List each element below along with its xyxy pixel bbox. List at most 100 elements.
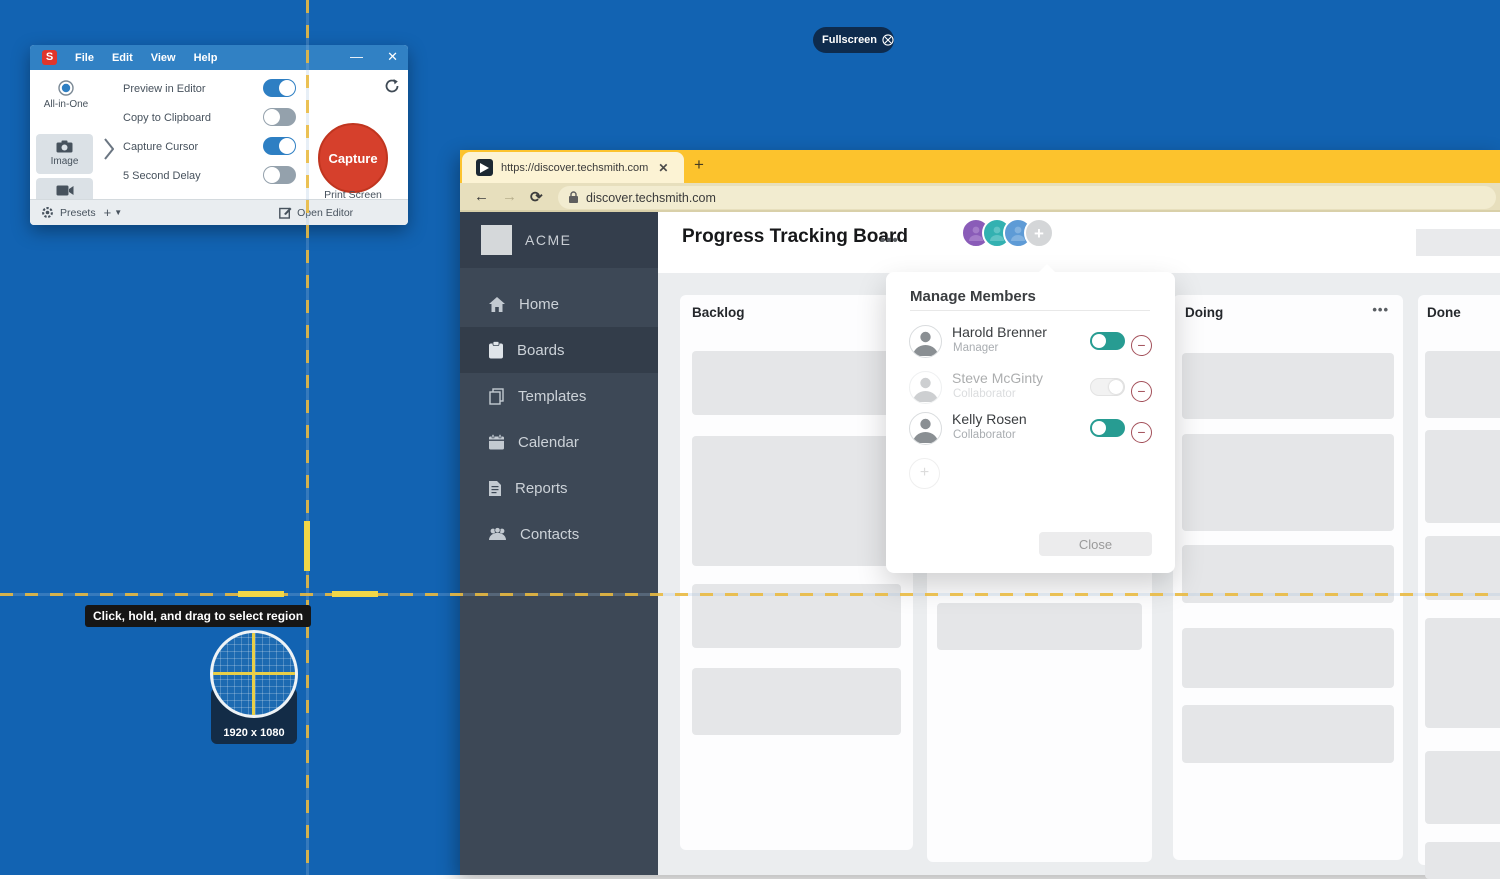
chevron-right-icon [104, 138, 114, 160]
card-placeholder[interactable] [1425, 536, 1500, 600]
gear-icon[interactable] [41, 206, 54, 219]
menu-help[interactable]: Help [194, 52, 218, 64]
sidebar-item-reports[interactable]: Reports [460, 465, 658, 511]
refresh-button[interactable]: ⟳ [530, 188, 543, 206]
sidebar-item-contacts[interactable]: Contacts [460, 511, 658, 557]
member-role: Collaborator [953, 388, 1016, 400]
mode-image[interactable]: Image [36, 134, 93, 174]
close-button[interactable]: Close [1039, 532, 1152, 556]
remove-member-button[interactable]: − [1131, 422, 1152, 443]
browser-tab[interactable]: https://discover.techsmith.com ✕ [462, 152, 684, 183]
crosshair-horizontal-line [0, 593, 1500, 596]
card-placeholder[interactable] [1182, 353, 1394, 419]
card-placeholder[interactable] [1425, 842, 1500, 879]
column-done: Done [1418, 295, 1500, 865]
capture-button[interactable]: Capture [318, 123, 388, 193]
back-button[interactable]: ← [474, 188, 489, 205]
copy-to-clipboard-toggle[interactable] [263, 108, 296, 126]
card-placeholder[interactable] [692, 436, 901, 566]
org-name: ACME [525, 232, 571, 248]
snagit-titlebar[interactable]: S File Edit View Help — ✕ [30, 45, 408, 70]
column-backlog: Backlog [680, 295, 913, 850]
preset-dropdown-arrow[interactable]: ▼ [114, 208, 122, 217]
card-placeholder[interactable] [692, 351, 901, 415]
add-member-button[interactable]: + [1024, 218, 1054, 248]
capture-cursor-toggle[interactable] [263, 137, 296, 155]
card-placeholder[interactable] [1425, 751, 1500, 824]
snagit-footer: Presets + ▼ Open Editor [30, 199, 408, 225]
tab-close-icon[interactable]: ✕ [658, 161, 668, 175]
add-member-row-button[interactable]: + [909, 458, 940, 489]
presets-label[interactable]: Presets [60, 207, 96, 219]
member-role: Manager [953, 342, 998, 354]
column-header: Backlog [692, 305, 745, 320]
page-title: Progress Tracking Board [682, 226, 908, 248]
templates-icon [488, 388, 505, 405]
card-placeholder[interactable] [937, 603, 1142, 650]
address-bar[interactable]: discover.techsmith.com [558, 186, 1496, 209]
new-tab-button[interactable]: + [694, 155, 704, 175]
toggle-label: Preview in Editor [123, 83, 206, 95]
home-icon [488, 296, 506, 313]
sidebar-item-boards[interactable]: Boards [460, 327, 658, 373]
crosshair-vertical-line [306, 0, 309, 875]
sidebar-item-label: Home [519, 296, 559, 313]
sidebar-item-label: Reports [515, 480, 568, 497]
sidebar-item-templates[interactable]: Templates [460, 373, 658, 419]
app-sidebar: ACME Home Boards Templates [460, 212, 658, 875]
card-placeholder[interactable] [692, 668, 901, 735]
video-camera-icon [56, 185, 74, 196]
remove-member-button[interactable]: − [1131, 381, 1152, 402]
url-text: discover.techsmith.com [586, 191, 716, 205]
fullscreen-label: Fullscreen [822, 34, 877, 46]
toggle-label: 5 Second Delay [123, 170, 201, 182]
column-menu-button[interactable]: ••• [1372, 302, 1389, 317]
fullscreen-crosshair-icon [882, 31, 894, 49]
mode-all-in-one[interactable]: All-in-One [40, 80, 92, 110]
sidebar-item-label: Templates [518, 388, 586, 405]
member-toggle-on[interactable] [1090, 419, 1125, 437]
menu-view[interactable]: View [151, 52, 176, 64]
org-logo [481, 225, 512, 255]
forward-button[interactable]: → [502, 188, 517, 205]
popup-title: Manage Members [910, 288, 1036, 305]
card-placeholder[interactable] [1182, 434, 1394, 531]
browser-toolbar: ← → ⟳ discover.techsmith.com [460, 183, 1500, 212]
preview-in-editor-toggle[interactable] [263, 79, 296, 97]
capture-dimensions: 1920 x 1080 [211, 727, 297, 739]
sidebar-nav: Home Boards Templates Calendar [460, 281, 658, 557]
menu-edit[interactable]: Edit [112, 52, 133, 64]
manage-members-popup: Manage Members Harold Brenner Manager − … [886, 272, 1175, 573]
remove-member-button[interactable]: − [1131, 335, 1152, 356]
redo-last-capture-icon[interactable] [384, 78, 400, 94]
open-editor-icon[interactable] [279, 206, 292, 219]
crosshair-solid-segment [332, 591, 378, 597]
add-preset-button[interactable]: + [104, 205, 112, 220]
card-placeholder[interactable] [1182, 628, 1394, 688]
menu-file[interactable]: File [75, 52, 94, 64]
snagit-body: All-in-One Image Video Preview in Editor… [30, 70, 408, 199]
member-toggle-off[interactable] [1090, 378, 1125, 396]
site-favicon-icon [476, 159, 493, 176]
report-icon [488, 480, 502, 497]
fullscreen-button[interactable]: Fullscreen [813, 27, 894, 53]
five-second-delay-toggle[interactable] [263, 166, 296, 184]
toggle-label: Capture Cursor [123, 141, 198, 153]
column-header: Doing [1185, 305, 1223, 320]
radio-selected-icon [58, 80, 74, 96]
card-placeholder[interactable] [1425, 618, 1500, 728]
tab-title: https://discover.techsmith.com [501, 162, 648, 174]
card-placeholder[interactable] [1425, 351, 1500, 418]
minimize-button[interactable]: — [350, 49, 363, 64]
sidebar-item-calendar[interactable]: Calendar [460, 419, 658, 465]
close-window-button[interactable]: ✕ [387, 49, 398, 65]
column-header: Done [1427, 305, 1461, 320]
board-menu-button[interactable]: ••• [880, 232, 899, 249]
member-toggle-on[interactable] [1090, 332, 1125, 350]
lock-icon [568, 191, 579, 204]
member-avatars: + [970, 218, 1054, 248]
card-placeholder[interactable] [1182, 705, 1394, 763]
sidebar-item-label: Calendar [518, 434, 579, 451]
card-placeholder[interactable] [1425, 430, 1500, 523]
sidebar-item-home[interactable]: Home [460, 281, 658, 327]
